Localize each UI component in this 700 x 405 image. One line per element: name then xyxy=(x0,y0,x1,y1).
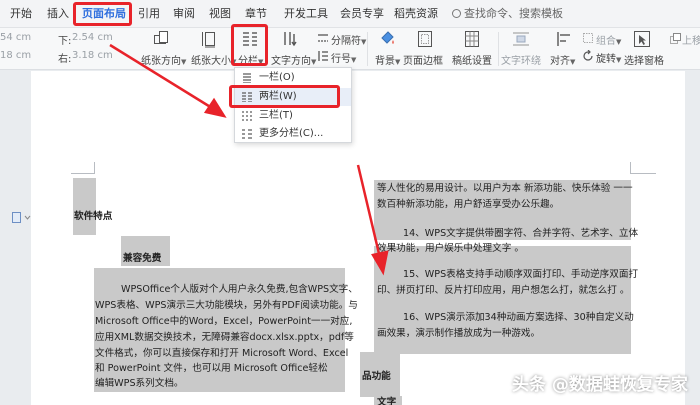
annotation-arrows xyxy=(109,43,389,276)
watermark: 头条 @数据蛙恢复专家 xyxy=(512,375,688,395)
